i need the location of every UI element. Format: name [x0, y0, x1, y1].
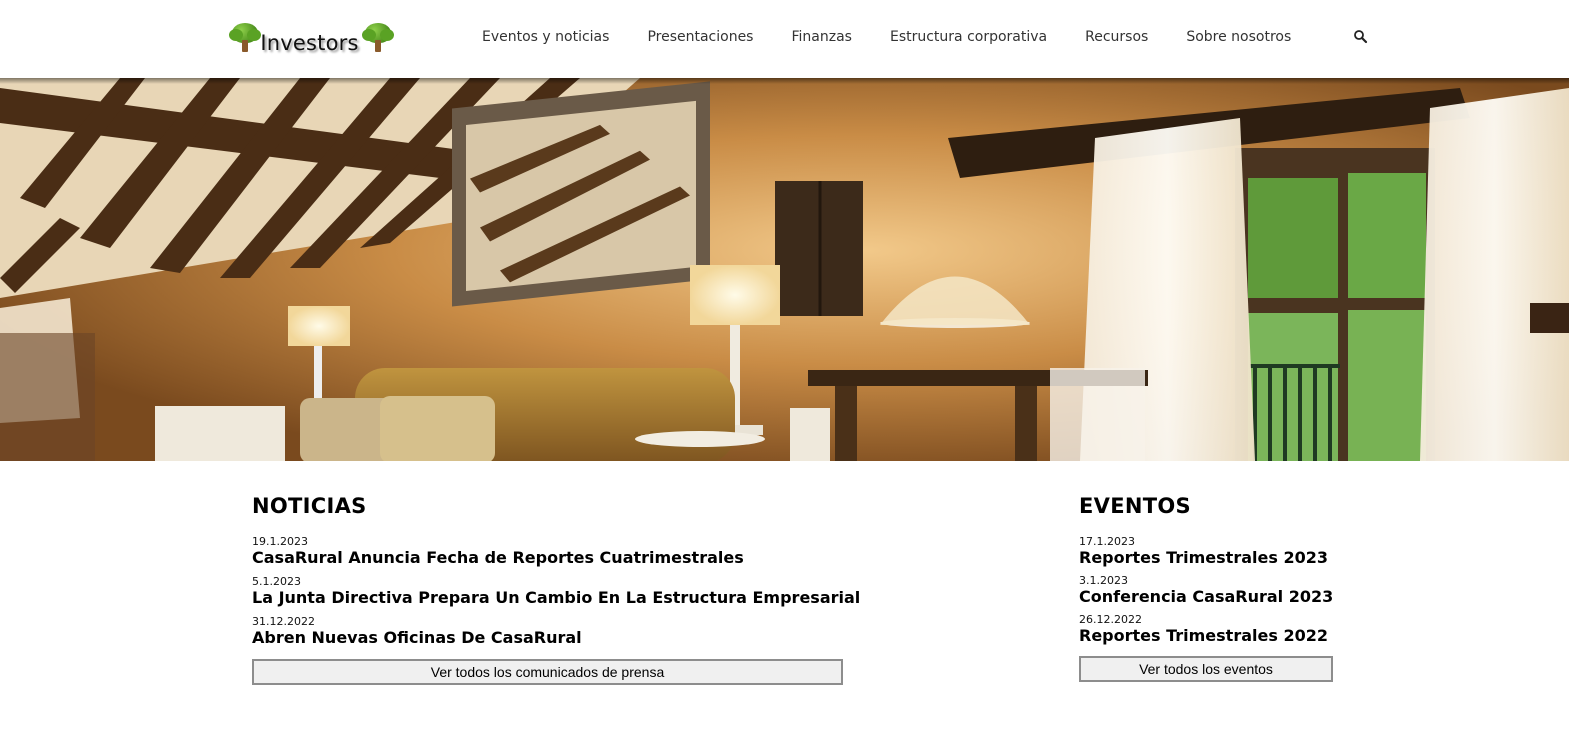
event-title-link[interactable]: Reportes Trimestrales 2023 — [1079, 548, 1333, 568]
news-date: 31.12.2022 — [252, 615, 315, 628]
events-heading: EVENTOS — [1079, 494, 1191, 518]
event-title-link[interactable]: Conferencia CasaRural 2023 — [1079, 587, 1333, 607]
news-section: NOTICIAS 19.1.2023 CasaRural Anuncia Fec… — [252, 494, 860, 685]
news-title-link[interactable]: La Junta Directiva Prepara Un Cambio En … — [252, 588, 860, 608]
news-heading: NOTICIAS — [252, 494, 367, 518]
tree-icon — [229, 23, 261, 53]
event-date: 3.1.2023 — [1079, 574, 1128, 587]
hero-image — [0, 78, 1569, 461]
tree-icon — [361, 23, 394, 53]
nav-finanzas[interactable]: Finanzas — [791, 29, 851, 45]
news-date: 19.1.2023 — [252, 535, 308, 548]
site-logo[interactable]: Investors — [229, 20, 394, 56]
nav-eventos-y-noticias[interactable]: Eventos y noticias — [482, 29, 609, 45]
nav-estructura-corporativa[interactable]: Estructura corporativa — [890, 29, 1047, 45]
nav-presentaciones[interactable]: Presentaciones — [647, 29, 753, 45]
main-nav: Eventos y noticias Presentaciones Finanz… — [482, 29, 1329, 45]
news-date: 5.1.2023 — [252, 575, 301, 588]
event-item: 17.1.2023 Reportes Trimestrales 2023 — [1079, 535, 1333, 568]
all-events-button[interactable]: Ver todos los eventos — [1079, 656, 1333, 682]
site-header: Investors Eventos y noticias Presentacio… — [0, 0, 1569, 78]
event-date: 17.1.2023 — [1079, 535, 1135, 548]
search-icon[interactable] — [1352, 28, 1370, 46]
event-item: 26.12.2022 Reportes Trimestrales 2022 — [1079, 613, 1333, 646]
news-item: 19.1.2023 CasaRural Anuncia Fecha de Rep… — [252, 535, 843, 568]
news-item: 5.1.2023 La Junta Directiva Prepara Un C… — [252, 575, 860, 608]
news-title-link[interactable]: Abren Nuevas Oficinas De CasaRural — [252, 628, 843, 648]
nav-sobre-nosotros[interactable]: Sobre nosotros — [1186, 29, 1291, 45]
event-date: 26.12.2022 — [1079, 613, 1142, 626]
nav-recursos[interactable]: Recursos — [1085, 29, 1148, 45]
event-item: 3.1.2023 Conferencia CasaRural 2023 — [1079, 574, 1333, 607]
all-press-releases-button[interactable]: Ver todos los comunicados de prensa — [252, 659, 843, 685]
event-title-link[interactable]: Reportes Trimestrales 2022 — [1079, 626, 1333, 646]
news-item: 31.12.2022 Abren Nuevas Oficinas De Casa… — [252, 615, 843, 648]
events-section: EVENTOS 17.1.2023 Reportes Trimestrales … — [1079, 494, 1333, 682]
news-title-link[interactable]: CasaRural Anuncia Fecha de Reportes Cuat… — [252, 548, 843, 568]
logo-text: Investors — [260, 31, 359, 55]
